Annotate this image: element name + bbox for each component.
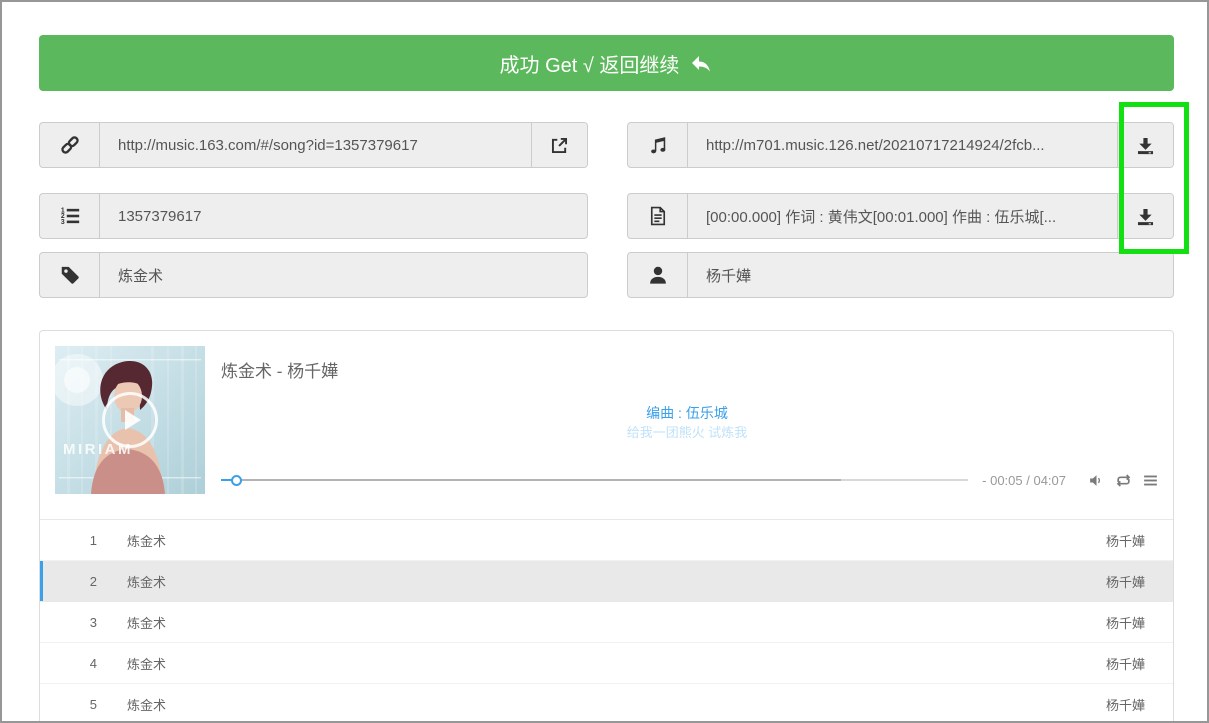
music-icon — [628, 123, 688, 167]
track-number: 3 — [40, 615, 97, 630]
tag-icon — [40, 253, 100, 297]
artist-group: 杨千嬅 — [627, 252, 1174, 298]
track-artist: 杨千嬅 — [1106, 572, 1173, 591]
list-ol-icon: 123 — [40, 194, 100, 238]
progress-thumb[interactable] — [231, 475, 242, 486]
song-name-group: 炼金术 — [39, 252, 588, 298]
progress-played — [221, 479, 236, 481]
external-link-icon — [549, 135, 570, 156]
song-id-group: 123 1357379617 — [39, 193, 588, 239]
track-artist: 杨千嬅 — [1106, 531, 1173, 550]
playlist-row-active[interactable]: 2 炼金术 杨千嬅 — [40, 561, 1173, 602]
download-audio-button[interactable] — [1117, 123, 1173, 167]
track-number: 5 — [40, 697, 97, 712]
playlist: 1 炼金术 杨千嬅 2 炼金术 杨千嬅 3 炼金术 杨千嬅 4 炼金术 杨千嬅 … — [40, 519, 1173, 723]
playlist-row[interactable]: 4 炼金术 杨千嬅 — [40, 643, 1173, 684]
song-url-field[interactable]: http://music.163.com/#/song?id=135737961… — [100, 123, 531, 167]
volume-icon[interactable] — [1088, 472, 1105, 489]
lyric-group: [00:00.000] 作词 : 黄伟文[00:01.000] 作曲 : 伍乐城… — [627, 193, 1174, 239]
reply-icon — [689, 51, 713, 75]
progress-loaded — [221, 479, 841, 481]
playlist-row[interactable]: 1 炼金术 杨千嬅 — [40, 520, 1173, 561]
audio-url-group: http://m701.music.126.net/20210717214924… — [627, 122, 1174, 168]
track-title: 炼金术 — [127, 654, 166, 673]
track-artist: 杨千嬅 — [1106, 695, 1173, 714]
track-number: 2 — [40, 574, 97, 589]
download-icon — [1135, 135, 1156, 156]
lyric-current-line: 编曲 : 伍乐城 — [221, 403, 1153, 423]
song-url-group: http://music.163.com/#/song?id=135737961… — [39, 122, 588, 168]
track-artist: 杨千嬅 — [1106, 654, 1173, 673]
link-icon — [40, 123, 100, 167]
track-number: 1 — [40, 533, 97, 548]
track-title: 炼金术 — [127, 531, 166, 550]
player-title: 炼金术 - 杨千嬅 — [221, 357, 338, 382]
page: 成功 Get √ 返回继续 http://music.163.com/#/son… — [0, 0, 1209, 723]
player-card: MIRIAM 炼金术 - 杨千嬅 编曲 : 伍乐城 给我一团熊火 试炼我 - 0… — [39, 330, 1174, 723]
file-text-icon — [628, 194, 688, 238]
user-icon — [628, 253, 688, 297]
player-controls: - 00:05 / 04:07 — [221, 465, 1159, 495]
download-icon — [1135, 206, 1156, 227]
playlist-row[interactable]: 5 炼金术 杨千嬅 — [40, 684, 1173, 723]
track-number: 4 — [40, 656, 97, 671]
menu-icon[interactable] — [1142, 472, 1159, 489]
open-song-page-button[interactable] — [531, 123, 587, 167]
play-button[interactable] — [102, 392, 158, 448]
download-lyric-button[interactable] — [1117, 194, 1173, 238]
time-display: - 00:05 / 04:07 — [982, 473, 1066, 488]
track-title: 炼金术 — [127, 695, 166, 714]
playlist-row[interactable]: 3 炼金术 杨千嬅 — [40, 602, 1173, 643]
track-title: 炼金术 — [127, 572, 166, 591]
progress-bar[interactable] — [221, 479, 968, 481]
success-banner-button[interactable]: 成功 Get √ 返回继续 — [39, 35, 1174, 91]
banner-label: 成功 Get √ 返回继续 — [500, 49, 680, 78]
svg-text:3: 3 — [60, 219, 64, 226]
track-artist: 杨千嬅 — [1106, 613, 1173, 632]
track-title: 炼金术 — [127, 613, 166, 632]
lyrics: 编曲 : 伍乐城 给我一团熊火 试炼我 — [221, 403, 1153, 443]
lyric-next-line: 给我一团熊火 试炼我 — [221, 423, 1153, 443]
lyric-field[interactable]: [00:00.000] 作词 : 黄伟文[00:01.000] 作曲 : 伍乐城… — [688, 194, 1117, 238]
artist-field[interactable]: 杨千嬅 — [688, 253, 1173, 297]
loop-icon[interactable] — [1115, 472, 1132, 489]
song-name-field[interactable]: 炼金术 — [100, 253, 587, 297]
album-cover[interactable]: MIRIAM — [55, 346, 205, 494]
audio-url-field[interactable]: http://m701.music.126.net/20210717214924… — [688, 123, 1117, 167]
song-id-field[interactable]: 1357379617 — [100, 194, 587, 238]
